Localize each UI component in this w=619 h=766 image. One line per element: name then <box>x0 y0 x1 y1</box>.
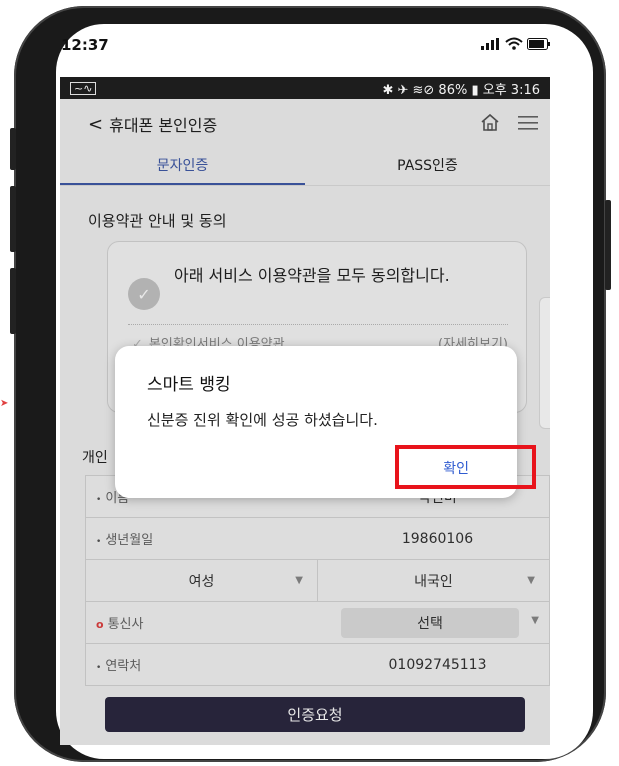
wifi-icon <box>505 37 523 53</box>
android-status-bar: ~∿ ✱ ✈ ≋⊘ 86% ▮ 오후 3:16 <box>60 77 550 99</box>
device-status-bar: 12:37 <box>61 30 551 60</box>
dialog-title: 스마트 뱅킹 <box>147 375 231 395</box>
side-button-power <box>605 200 611 290</box>
battery-icon <box>527 37 551 53</box>
device-clock: 12:37 <box>61 36 109 54</box>
dialog-message: 신분증 진위 확인에 성공 하셨습니다. <box>147 411 378 429</box>
android-status-text: ✱ ✈ ≋⊘ 86% ▮ 오후 3:16 <box>382 82 540 98</box>
arrow-mark-icon: ➤ <box>0 398 9 409</box>
highlight-box <box>395 445 536 489</box>
side-button-top <box>10 128 16 170</box>
device-status-icons <box>481 37 551 53</box>
side-button-volume-down <box>10 268 16 334</box>
signal-icon <box>481 37 501 53</box>
app-screen: ~∿ ✱ ✈ ≋⊘ 86% ▮ 오후 3:16 < 휴대폰 본인인증 문자인증 … <box>60 77 550 745</box>
side-button-volume-up <box>10 186 16 252</box>
activity-icon: ~∿ <box>70 81 97 95</box>
